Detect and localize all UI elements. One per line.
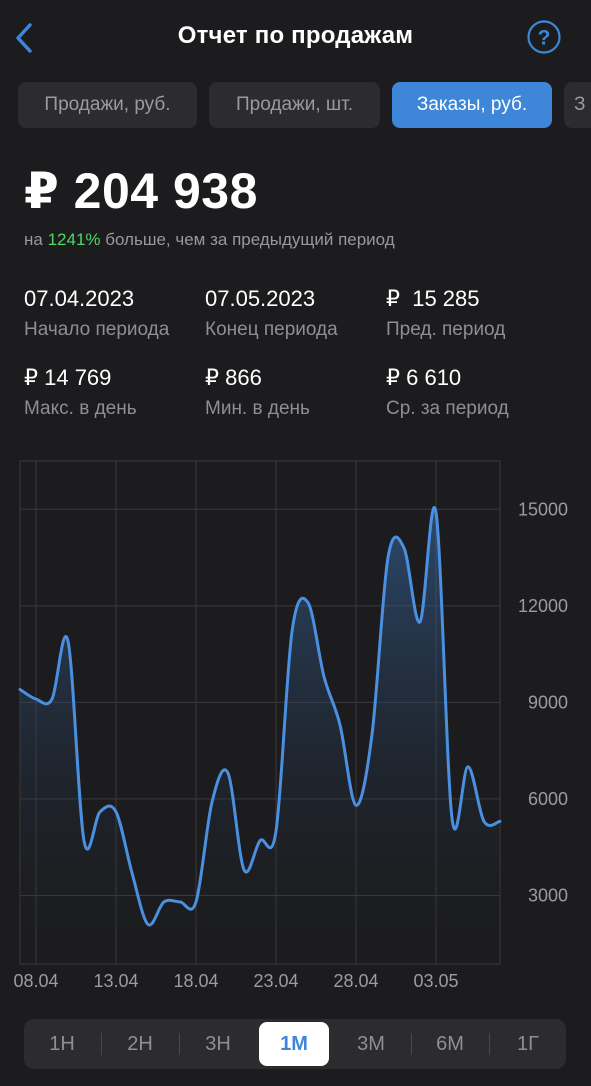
tab-label: Продажи, шт. [235, 94, 354, 115]
y-tick-label: 12000 [518, 596, 568, 616]
tab-label: Продажи, руб. [44, 94, 171, 115]
y-tick-label: 9000 [528, 692, 568, 712]
period-1w[interactable]: 1Н [24, 1022, 100, 1066]
x-tick-label: 23.04 [253, 971, 298, 991]
x-tick-label: 03.05 [413, 971, 458, 991]
help-button[interactable]: ? [527, 20, 561, 54]
x-axis-labels: 08.04 13.04 18.04 23.04 28.04 03.05 [13, 971, 458, 991]
question-mark-icon: ? [527, 20, 561, 54]
comparison-text: на 1241% больше, чем за предыдущий перио… [24, 230, 395, 250]
x-tick-label: 13.04 [93, 971, 138, 991]
period-2w[interactable]: 2Н [102, 1022, 178, 1066]
tab-next[interactable]: З [564, 82, 591, 128]
x-tick-label: 08.04 [13, 971, 58, 991]
period-start-value: 07.04.2023 [24, 286, 135, 311]
period-3w[interactable]: 3Н [180, 1022, 256, 1066]
avg-period-value: ₽ 6 610 [386, 365, 462, 390]
tab-sales-pcs[interactable]: Продажи, шт. [209, 82, 380, 128]
period-6m[interactable]: 6М [412, 1022, 488, 1066]
min-day-value: ₽ 866 [205, 365, 262, 390]
y-axis-labels: 3000 6000 9000 12000 15000 [518, 499, 568, 905]
y-tick-label: 15000 [518, 499, 568, 519]
period-label: 1Н [49, 1032, 75, 1055]
total-value: ₽ 204 938 [24, 163, 258, 219]
tab-label: З [574, 94, 586, 115]
period-1m[interactable]: 1М [259, 1022, 329, 1066]
chart-area-fill [20, 507, 500, 964]
x-tick-label: 28.04 [333, 971, 378, 991]
period-1y[interactable]: 1Г [490, 1022, 566, 1066]
x-tick-label: 18.04 [173, 971, 218, 991]
orders-line-chart: 08.04 13.04 18.04 23.04 28.04 03.05 3000 6000 9… [13, 460, 568, 991]
period-3m[interactable]: 3М [333, 1022, 409, 1066]
period-label: 2Н [127, 1032, 153, 1055]
period-selector: 1Н 2Н 3Н 1М 3М 6М 1Г [24, 1019, 566, 1069]
max-day-value: ₽ 14 769 [24, 365, 112, 390]
prev-period-value: ₽ 15 285 [386, 286, 480, 311]
comparison-suffix: больше, чем за предыдущий период [100, 230, 395, 249]
y-tick-label: 6000 [528, 789, 568, 809]
comparison-percent: 1241% [47, 230, 101, 249]
prev-period-label: Пред. период [386, 319, 506, 340]
avg-period-label: Ср. за период [386, 398, 509, 419]
max-day-label: Макс. в день [24, 398, 137, 419]
period-label: 1Г [517, 1032, 539, 1055]
period-end-label: Конец периода [205, 319, 338, 340]
period-start-label: Начало периода [24, 319, 170, 340]
period-end-value: 07.05.2023 [205, 286, 316, 311]
tab-label: Заказы, руб. [416, 94, 528, 115]
period-label: 6М [436, 1032, 464, 1055]
period-label: 1М [280, 1032, 308, 1055]
period-label: 3Н [205, 1032, 231, 1055]
page-title: Отчет по продажам [177, 22, 414, 49]
period-label: 3М [357, 1032, 385, 1055]
min-day-label: Мин. в день [205, 398, 310, 419]
y-tick-label: 3000 [528, 885, 568, 905]
svg-text:?: ? [538, 27, 551, 50]
tab-sales-rub[interactable]: Продажи, руб. [18, 82, 197, 128]
comparison-prefix: на [24, 230, 48, 249]
tab-orders-rub[interactable]: Заказы, руб. [392, 82, 552, 128]
